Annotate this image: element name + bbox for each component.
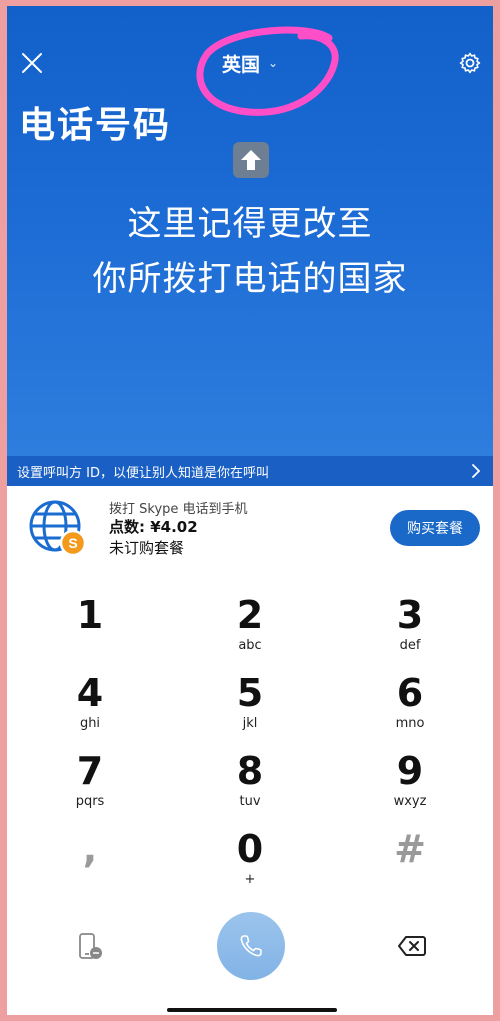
chevron-right-icon [472,464,481,478]
header-panel: 英国 ⌄ 电话号码 这里记得更改至 你所拨打电话的国家 [7,6,493,484]
globe-icon: S [29,500,87,557]
key-digit: 5 [236,671,264,715]
dial-key-5[interactable]: 5 jkl [195,672,305,742]
annotation-line-1: 这里记得更改至 [127,204,373,244]
close-button[interactable] [17,48,47,78]
svg-text:S: S [68,535,77,551]
key-digit: 7 [76,749,104,793]
key-letters: + [244,872,256,887]
phone-icon [240,935,262,957]
key-digit: 3 [396,593,424,637]
key-digit: 6 [396,671,424,715]
dial-key-7[interactable]: 7 pqrs [35,750,145,820]
backspace-icon[interactable] [397,934,427,958]
key-letters: abc [238,638,262,653]
close-icon [22,53,42,73]
key-digit: 0 [236,827,264,871]
key-digit: 1 [76,593,104,637]
key-digit: # [394,827,426,871]
key-letters: wxyz [393,794,427,809]
key-letters: ghi [79,716,101,731]
key-letters: mno [395,716,425,731]
key-digit: , [82,827,98,871]
caller-id-text: 设置呼叫方 ID，以便让别人知道是你在呼叫 [17,465,269,481]
credit-balance: 点数: ¥4.02 [109,518,198,536]
caller-id-bar[interactable]: 设置呼叫方 ID，以便让别人知道是你在呼叫 [7,456,493,486]
country-selector[interactable]: 英国 ⌄ [195,46,305,80]
dial-key-4[interactable]: 4 ghi [35,672,145,742]
annotation-line-2: 你所拨打电话的国家 [92,259,408,299]
dial-key-comma[interactable]: , [35,828,145,898]
key-digit: 8 [236,749,264,793]
up-arrow-icon [233,142,269,178]
dial-key-0[interactable]: 0 + [195,828,305,898]
key-letters: def [399,638,421,653]
country-label: 英国 [221,53,260,76]
dial-key-8[interactable]: 8 tuv [195,750,305,820]
settings-button[interactable] [455,48,485,78]
dial-key-2[interactable]: 2 abc [195,594,305,664]
credit-section: S 拨打 Skype 电话到手机 点数: ¥4.02 未订购套餐 购买套餐 [7,486,493,568]
dial-key-1[interactable]: 1 [35,594,145,664]
key-letters: pqrs [75,794,105,809]
key-letters: tuv [239,794,261,809]
buy-plan-button[interactable]: 购买套餐 [390,510,480,546]
key-digit: 9 [396,749,424,793]
plan-status: 未订购套餐 [109,539,185,557]
chevron-down-icon: ⌄ [267,56,279,70]
dial-key-3[interactable]: 3 def [355,594,465,664]
dial-key-6[interactable]: 6 mno [355,672,465,742]
key-digit: 4 [76,671,104,715]
call-button[interactable] [217,912,285,980]
annotation-title: 电话号码 [19,105,172,146]
dial-key-9[interactable]: 9 wxyz [355,750,465,820]
key-letters: jkl [242,716,258,731]
dial-key-hash[interactable]: # [355,828,465,898]
skype-dialer-screen: 英国 ⌄ 电话号码 这里记得更改至 你所拨打电话的国家 设置呼叫方 ID，以便让… [7,6,493,1015]
key-digit: 2 [236,593,264,637]
credit-subtitle: 拨打 Skype 电话到手机 [109,502,248,517]
gear-icon [459,52,481,74]
phone-sms-icon[interactable] [77,932,105,962]
home-indicator [167,1008,337,1012]
